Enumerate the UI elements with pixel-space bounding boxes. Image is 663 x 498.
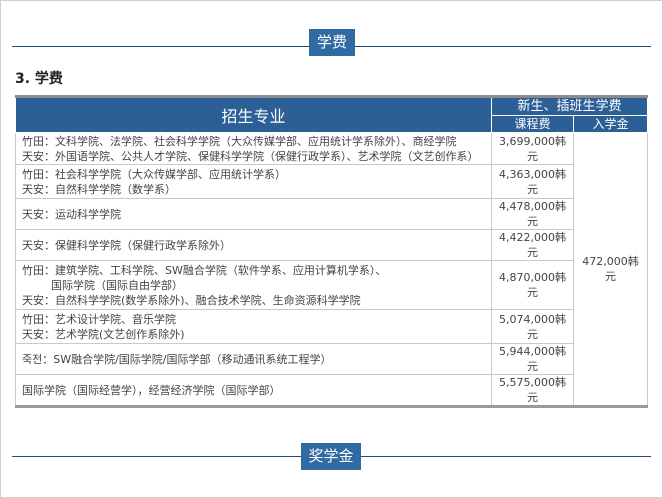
- table-row: 竹田：建筑学院、工科学院、SW融合学院（软件学系、应用计算机学系）、 国际学院（…: [15, 260, 648, 310]
- header-major: 招生专业: [15, 95, 492, 133]
- major-cell: 国际学院（国际经营学），经营经济学院（国际学部）: [15, 374, 492, 407]
- header-entrance: 入学金: [572, 115, 649, 133]
- tuition-fee: 5,944,000韩元: [491, 343, 574, 375]
- major-cell: 天安：运动科学学院: [15, 198, 492, 230]
- tuition-fee: 4,870,000韩元: [491, 260, 574, 310]
- major-line: 国际学院（国际经营学），经营经济学院（国际学部）: [22, 383, 281, 397]
- major-line: 天安：自然科学学院(数学系除外)、融合技术学院、生命资源科学学院: [22, 293, 361, 307]
- major-line: 天安：运动科学学院: [22, 207, 121, 221]
- major-line: 죽전：SW融合学院/国际学院/国际学部（移动通讯系统工程学）: [22, 352, 332, 366]
- major-line: 天安：艺术学院(文艺创作系除外): [22, 327, 185, 341]
- table-row: 죽전：SW融合学院/国际学院/国际学部（移动通讯系统工程学） 5,944,000…: [15, 343, 648, 375]
- major-cell: 天安：保健科学学院（保健行政学系除外）: [15, 229, 492, 261]
- tuition-fee: 4,363,000韩元: [491, 164, 574, 199]
- tuition-table: 招生专业 新生、插班生学费 课程费 入学金 竹田：文科学院、法学院、社会科学学院…: [15, 95, 649, 408]
- major-line: 竹田：文科学院、法学院、社会科学学院（大众传媒学部、应用统计学系除外）、商经学院: [22, 134, 457, 148]
- major-line: 竹田：艺术设计学院、音乐学院: [22, 312, 176, 326]
- major-cell: 竹田：文科学院、法学院、社会科学学院（大众传媒学部、应用统计学系除外）、商经学院…: [15, 132, 492, 165]
- table-row: 天安：运动科学学院 4,478,000韩元: [15, 198, 648, 230]
- major-cell: 竹田：建筑学院、工科学院、SW融合学院（软件学系、应用计算机学系）、 国际学院（…: [15, 260, 492, 310]
- major-cell: 竹田：艺术设计学院、音乐学院 天安：艺术学院(文艺创作系除外): [15, 309, 492, 344]
- major-line: 天安：保健科学学院（保健行政学系除外）: [22, 238, 231, 252]
- entrance-fee: 472,000韩元: [572, 132, 649, 407]
- table-row: 竹田：文科学院、法学院、社会科学学院（大众传媒学部、应用统计学系除外）、商经学院…: [15, 132, 649, 407]
- major-cell: 죽전：SW融合学院/国际学院/国际学部（移动通讯系统工程学）: [15, 343, 492, 375]
- table-row: 国际学院（国际经营学），经营经济学院（国际学部） 5,575,000韩元: [15, 374, 648, 407]
- page-heading: 3. 学费: [15, 71, 63, 87]
- tuition-fee: 5,074,000韩元: [491, 309, 574, 344]
- section-title-tuition: 学费: [309, 29, 355, 56]
- major-line: 竹田：建筑学院、工科学院、SW融合学院（软件学系、应用计算机学系）、: [22, 263, 387, 277]
- tuition-fee: 4,422,000韩元: [491, 229, 574, 261]
- table-row: 竹田：社会科学学院（大众传媒学部、应用统计学系） 天安：自然科学学院（数学系） …: [15, 164, 648, 199]
- header-tuition: 课程费: [491, 115, 574, 133]
- table-row: 天安：保健科学学院（保健行政学系除外） 4,422,000韩元: [15, 229, 648, 261]
- table-row: 竹田：艺术设计学院、音乐学院 天安：艺术学院(文艺创作系除外) 5,074,00…: [15, 309, 648, 344]
- major-line: 天安：自然科学学院（数学系）: [22, 182, 176, 196]
- tuition-fee: 4,478,000韩元: [491, 198, 574, 230]
- tuition-fee: 5,575,000韩元: [491, 374, 574, 407]
- major-line: 竹田：社会科学学院（大众传媒学部、应用统计学系）: [22, 167, 286, 181]
- header-fee-group: 新生、插班生学费: [490, 95, 649, 116]
- section-title-scholarship: 奖学金: [301, 443, 361, 470]
- major-cell: 竹田：社会科学学院（大众传媒学部、应用统计学系） 天安：自然科学学院（数学系）: [15, 164, 492, 199]
- tuition-fee: 3,699,000韩元: [491, 132, 574, 165]
- major-line: 国际学院（国际自由学部）: [51, 278, 183, 292]
- major-line: 天安：外国语学院、公共人才学院、保健科学学院（保健行政学系）、艺术学院（文艺创作…: [22, 149, 479, 163]
